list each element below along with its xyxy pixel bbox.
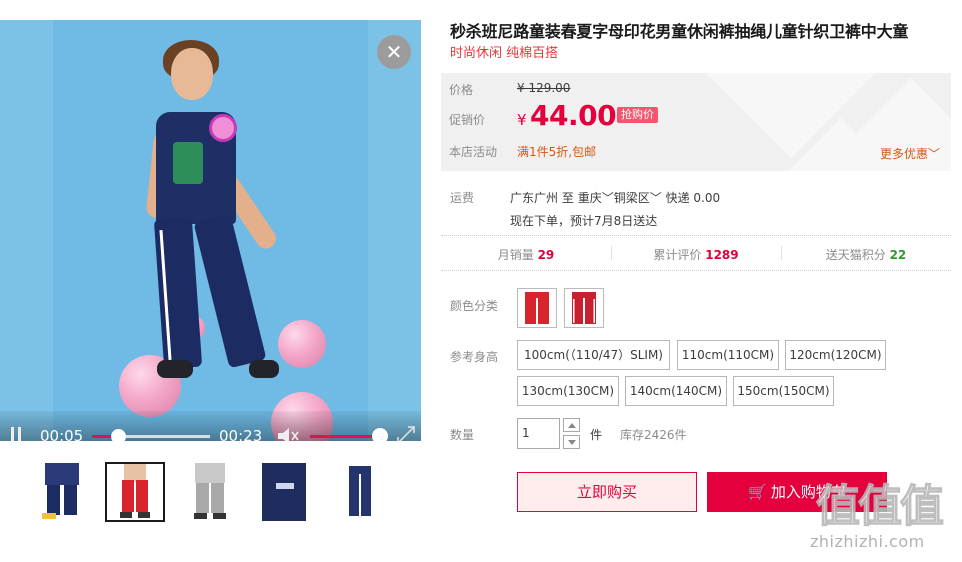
quantity-unit: 件 <box>590 428 603 442</box>
fullscreen-icon[interactable] <box>396 425 416 441</box>
monthly-sales: 月销量 29 <box>497 248 555 262</box>
size-label: 参考身高 <box>450 350 499 364</box>
chevron-down-icon: ﹀ <box>928 147 941 161</box>
product-subtitle: 时尚休闲 纯棉百搭 <box>450 46 559 61</box>
red-striped-pants-swatch-icon <box>572 292 596 324</box>
navy-pants-flat-photo-icon <box>349 466 371 516</box>
promotion-label: 本店活动 <box>449 145 498 159</box>
close-video-button[interactable]: ✕ <box>377 35 411 69</box>
quantity-input[interactable]: 1 <box>517 418 560 449</box>
cart-icon: 🛒 <box>748 483 767 501</box>
product-video[interactable]: 00:05 00:23 <box>0 20 421 441</box>
sale-price: 44.00 <box>530 99 617 132</box>
ship-from: 广东广州 <box>510 191 559 205</box>
review-count[interactable]: 累计评价 1289 <box>611 246 781 263</box>
sale-price-label: 促销价 <box>449 113 486 127</box>
currency-symbol: ¥ <box>517 111 527 129</box>
chevron-down-icon: ﹀ <box>601 191 614 205</box>
chevron-down-icon: ﹀ <box>649 191 662 205</box>
bubble-toy <box>209 114 237 142</box>
district-selector[interactable]: 铜梁区﹀ <box>614 191 662 205</box>
watermark-logo: 值值值 <box>815 481 944 532</box>
pink-balloon <box>278 320 326 368</box>
video-duration: 00:23 <box>219 427 263 441</box>
video-progress-knob[interactable] <box>111 429 126 441</box>
child-shoe <box>157 360 193 378</box>
thumbnail-3[interactable] <box>180 462 240 522</box>
grey-jogger-pants-photo-icon <box>194 463 226 519</box>
price-panel: 价格 ¥ 129.00 促销价 ¥ 44.00 抢购价 本店活动 满1件5折,包… <box>441 73 951 171</box>
thumbnail-5[interactable] <box>330 462 390 522</box>
child-face <box>171 48 213 100</box>
ship-fee: 0.00 <box>693 191 721 205</box>
child-shoe <box>249 360 279 378</box>
chevron-up-icon <box>567 422 576 428</box>
thumbnail-4[interactable] <box>254 462 314 522</box>
thumbnail-2[interactable] <box>105 462 165 522</box>
stock-count: 库存2426件 <box>620 428 687 442</box>
promotion-text: 满1件5折,包邮 <box>517 145 597 159</box>
navy-jogger-pants-photo-icon <box>42 463 79 519</box>
original-price: ¥ 129.00 <box>517 81 571 95</box>
site-watermark: 值值值 zhizhizhi.com <box>808 481 958 556</box>
buy-now-button[interactable]: 立即购买 <box>517 472 697 512</box>
video-frame <box>53 20 368 441</box>
red-pants-swatch-icon <box>525 292 549 324</box>
color-option-1[interactable] <box>517 288 557 328</box>
chevron-down-icon <box>567 439 576 445</box>
size-option[interactable]: 140cm(140CM) <box>625 376 727 406</box>
shipping-info: 广东广州 至 重庆﹀铜梁区﹀ 快递 0.00 <box>510 191 721 205</box>
current-time: 00:05 <box>40 427 84 441</box>
video-progress-bar[interactable] <box>92 429 210 441</box>
more-promotions-link[interactable]: 更多优惠﹀ <box>880 145 940 162</box>
size-option[interactable]: 150cm(150CM) <box>733 376 834 406</box>
original-price-label: 价格 <box>449 83 474 97</box>
volume-slider[interactable] <box>310 435 380 438</box>
product-title: 秒杀班尼路童装春夏字母印花男童休闲裤抽绳儿童针织卫裤中大童 <box>450 22 909 41</box>
watermark-url: zhizhizhi.com <box>810 532 925 551</box>
size-option[interactable]: 110cm(110CM) <box>677 340 779 370</box>
volume-icon[interactable] <box>276 426 300 441</box>
tshirt-print <box>173 142 203 184</box>
size-option[interactable]: 130cm(130CM) <box>517 376 619 406</box>
sales-stats: 月销量 29 累计评价 1289 送天猫积分 22 <box>441 236 951 270</box>
color-label: 颜色分类 <box>450 299 499 313</box>
city-selector[interactable]: 重庆﹀ <box>578 191 614 205</box>
thumbnail-1[interactable] <box>32 462 92 522</box>
quantity-decrease-button[interactable] <box>563 435 580 449</box>
shipping-label: 运费 <box>450 191 475 205</box>
ship-method: 快递 <box>665 191 690 205</box>
red-jogger-pants-photo-icon <box>120 464 150 518</box>
color-option-2[interactable] <box>564 288 604 328</box>
navy-pants-detail-photo-icon <box>262 463 306 521</box>
delivery-estimate: 现在下单，预计7月8日送达 <box>510 214 658 228</box>
quantity-label: 数量 <box>450 428 475 442</box>
thumbnail-strip <box>32 462 392 524</box>
divider <box>441 270 951 271</box>
quantity-increase-button[interactable] <box>563 418 580 432</box>
tmall-points: 送天猫积分 22 <box>825 248 907 262</box>
size-option[interactable]: 120cm(120CM) <box>785 340 886 370</box>
volume-knob[interactable] <box>372 428 388 441</box>
size-option[interactable]: 100cm(（110/47）SLIM) <box>517 340 670 370</box>
flash-sale-badge: 抢购价 <box>617 107 658 123</box>
video-controls: 00:05 00:23 <box>0 411 421 441</box>
pause-icon[interactable] <box>9 427 23 441</box>
